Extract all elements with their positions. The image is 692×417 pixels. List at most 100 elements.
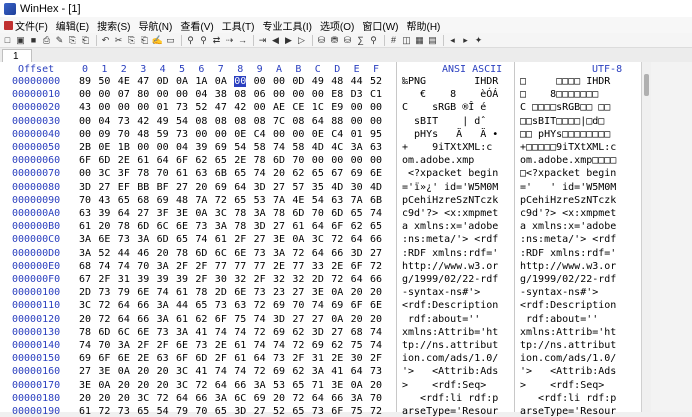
hex-byte[interactable]: 69	[273, 366, 285, 377]
hex-byte[interactable]: 00	[370, 102, 382, 113]
hex-byte[interactable]: 6F	[176, 155, 188, 166]
ansi-text[interactable]: sBIT | dˆ	[402, 116, 498, 127]
hex-byte[interactable]: 2F	[98, 274, 110, 285]
hex-byte[interactable]: 68	[351, 327, 363, 338]
hex-byte[interactable]: 6F	[215, 314, 227, 325]
hex-byte[interactable]: 3E	[176, 208, 188, 219]
hex-byte[interactable]: 20	[118, 393, 130, 404]
hex-byte[interactable]: 72	[292, 340, 304, 351]
hex-byte[interactable]: 41	[331, 366, 343, 377]
hex-byte[interactable]: 00	[98, 102, 110, 113]
hex-byte[interactable]: 77	[215, 261, 227, 272]
hex-byte[interactable]: 71	[312, 380, 324, 391]
hex-byte[interactable]: 00	[234, 76, 247, 87]
hex-byte[interactable]: 63	[157, 353, 169, 364]
hex-byte[interactable]: E9	[331, 102, 343, 113]
hex-byte[interactable]: 6D	[195, 353, 207, 364]
hex-byte[interactable]: 08	[234, 89, 246, 100]
hex-byte[interactable]: 70	[292, 300, 304, 311]
hex-byte[interactable]: 1A	[195, 76, 207, 87]
hex-byte[interactable]: 48	[331, 76, 343, 87]
hex-byte[interactable]: 72	[331, 274, 343, 285]
hex-byte[interactable]: 00	[370, 155, 382, 166]
hex-byte[interactable]: 00	[273, 89, 285, 100]
hex-byte[interactable]: 20	[98, 221, 110, 232]
utf8-text[interactable]: □ □□□□ IHDR	[520, 76, 610, 87]
hex-byte[interactable]: 74	[273, 340, 285, 351]
hex-byte[interactable]: 63	[370, 142, 382, 153]
hex-byte[interactable]: 00	[254, 76, 266, 87]
hex-byte[interactable]: 0E	[312, 129, 324, 140]
utf8-text[interactable]: -syntax-ns#'>	[520, 287, 616, 298]
open-disk-icon[interactable]: ⛁	[342, 35, 353, 46]
hex-byte[interactable]: 3A	[254, 380, 266, 391]
hex-byte[interactable]: 42	[137, 116, 149, 127]
hex-byte[interactable]: 74	[79, 340, 91, 351]
hex-byte[interactable]: 4D	[370, 182, 382, 193]
block-icon[interactable]: ▭	[165, 35, 176, 46]
utf8-text[interactable]: rdf:about=''	[520, 314, 616, 325]
help-icon[interactable]: ✦	[473, 35, 484, 46]
hex-byte[interactable]: 64	[118, 208, 130, 219]
utf8-text[interactable]: □ 8□□□□□□□	[520, 89, 616, 100]
hex-byte[interactable]: 39	[157, 274, 169, 285]
hex-byte[interactable]: 2F	[195, 274, 207, 285]
utf8-text[interactable]: □□sBIT□□□□|□d□	[520, 116, 610, 127]
hex-byte[interactable]: 54	[176, 116, 188, 127]
hex-byte[interactable]: 6B	[370, 195, 382, 206]
hex-byte[interactable]: 3C	[137, 393, 149, 404]
hex-byte[interactable]: 48	[176, 195, 188, 206]
hex-byte[interactable]: 27	[312, 314, 324, 325]
hex-byte[interactable]: 00	[351, 116, 363, 127]
hex-byte[interactable]: 65	[292, 380, 304, 391]
hex-byte[interactable]: 69	[312, 340, 324, 351]
hex-byte[interactable]: 3E	[331, 380, 343, 391]
hex-byte[interactable]: 27	[79, 366, 91, 377]
ansi-text[interactable]: <rdf:li rdf:p	[402, 393, 498, 404]
hex-byte[interactable]: 04	[176, 142, 188, 153]
hex-byte[interactable]: 69	[215, 142, 227, 153]
hex-byte[interactable]: 72	[157, 393, 169, 404]
hex-byte[interactable]: 07	[118, 89, 130, 100]
hex-byte[interactable]: 6D	[98, 155, 110, 166]
utf8-text[interactable]: =' ' id='W5M0M	[520, 182, 616, 193]
hex-byte[interactable]: 27	[273, 221, 285, 232]
hex-byte[interactable]: 27	[292, 314, 304, 325]
hex-byte[interactable]: 54	[234, 142, 246, 153]
hex-byte[interactable]: 27	[176, 182, 188, 193]
hex-byte[interactable]: 6E	[370, 300, 382, 311]
hex-byte[interactable]: 70	[118, 129, 130, 140]
hex-byte[interactable]: 27	[98, 182, 110, 193]
hex-byte[interactable]: 2E	[331, 261, 343, 272]
hex-byte[interactable]: 72	[98, 314, 110, 325]
ansi-text[interactable]: xmlns:Attrib='ht	[402, 327, 498, 338]
hex-byte[interactable]: 73	[254, 248, 266, 259]
hex-byte[interactable]: 64	[234, 182, 246, 193]
hex-byte[interactable]: 39	[98, 208, 110, 219]
copy-icon[interactable]: ⎘	[67, 35, 78, 46]
hex-byte[interactable]: 66	[234, 380, 246, 391]
hex-byte[interactable]: 61	[215, 234, 227, 245]
hex-byte[interactable]: 53	[254, 195, 266, 206]
utf8-text[interactable]: tp://ns.attribut	[520, 340, 616, 351]
hex-byte[interactable]: 4D	[331, 182, 343, 193]
hex-byte[interactable]: 01	[157, 102, 169, 113]
hex-byte[interactable]: 79	[118, 287, 130, 298]
hex-byte[interactable]: 38	[215, 89, 227, 100]
hex-byte[interactable]: 2F	[195, 261, 207, 272]
utf8-text[interactable]: :RDF xmlns:rdf='	[520, 248, 616, 259]
hex-byte[interactable]: 3C	[79, 300, 91, 311]
utf8-text[interactable]: :ns:meta/'> <rdf	[520, 234, 616, 245]
menu-item-3[interactable]: 导航(N)	[134, 17, 176, 33]
hex-byte[interactable]: 95	[370, 129, 382, 140]
hex-byte[interactable]: 64	[351, 274, 363, 285]
disk-icon[interactable]: ⛁	[316, 35, 327, 46]
hex-byte[interactable]: 08	[234, 116, 246, 127]
hex-byte[interactable]: 3C	[176, 366, 188, 377]
hex-byte[interactable]: CE	[292, 102, 304, 113]
hex-byte[interactable]: 6E	[118, 353, 130, 364]
hex-byte[interactable]: 2F	[157, 340, 169, 351]
ansi-text[interactable]: C sRGB ®Î é	[402, 102, 498, 113]
hex-byte[interactable]: 3A	[215, 393, 227, 404]
hex-byte[interactable]: 3C	[312, 234, 324, 245]
